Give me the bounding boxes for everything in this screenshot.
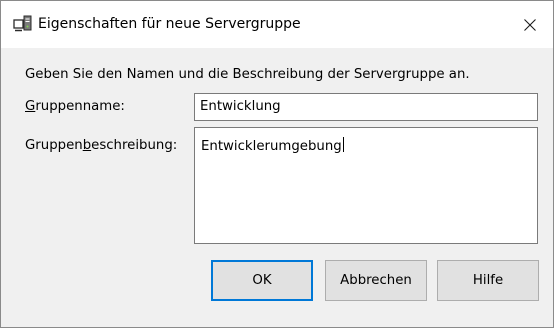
group-description-textarea[interactable]: Entwicklerumgebung xyxy=(194,127,538,244)
close-button[interactable] xyxy=(507,1,553,48)
dialog-window: Eigenschaften für neue Servergruppe Gebe… xyxy=(0,0,554,328)
group-description-label-text: eschreibung: xyxy=(91,138,178,153)
close-icon xyxy=(524,18,536,31)
group-name-label-mnemonic: G xyxy=(25,99,36,114)
group-name-input[interactable]: Entwicklung xyxy=(194,93,538,121)
help-button[interactable]: Hilfe xyxy=(437,260,539,301)
text-caret xyxy=(342,137,344,152)
group-name-label-text: ruppenname: xyxy=(35,99,125,114)
intro-text: Geben Sie den Namen und die Beschreibung… xyxy=(25,67,470,82)
ok-button[interactable]: OK xyxy=(211,260,313,301)
cancel-button[interactable]: Abbrechen xyxy=(325,260,427,301)
group-description-label: Gruppenbeschreibung: xyxy=(25,137,177,155)
group-name-label: Gruppenname: xyxy=(25,98,125,116)
window-title: Eigenschaften für neue Servergruppe xyxy=(38,16,301,32)
group-name-value: Entwicklung xyxy=(200,99,281,114)
dialog-content: Geben Sie den Namen und die Beschreibung… xyxy=(1,48,553,327)
group-description-label-mnemonic: b xyxy=(82,138,92,153)
group-description-value: Entwicklerumgebung xyxy=(201,139,342,154)
server-group-icon xyxy=(13,15,32,32)
group-description-label-prefix: Gruppen xyxy=(25,138,83,153)
title-bar[interactable]: Eigenschaften für neue Servergruppe xyxy=(1,1,553,48)
